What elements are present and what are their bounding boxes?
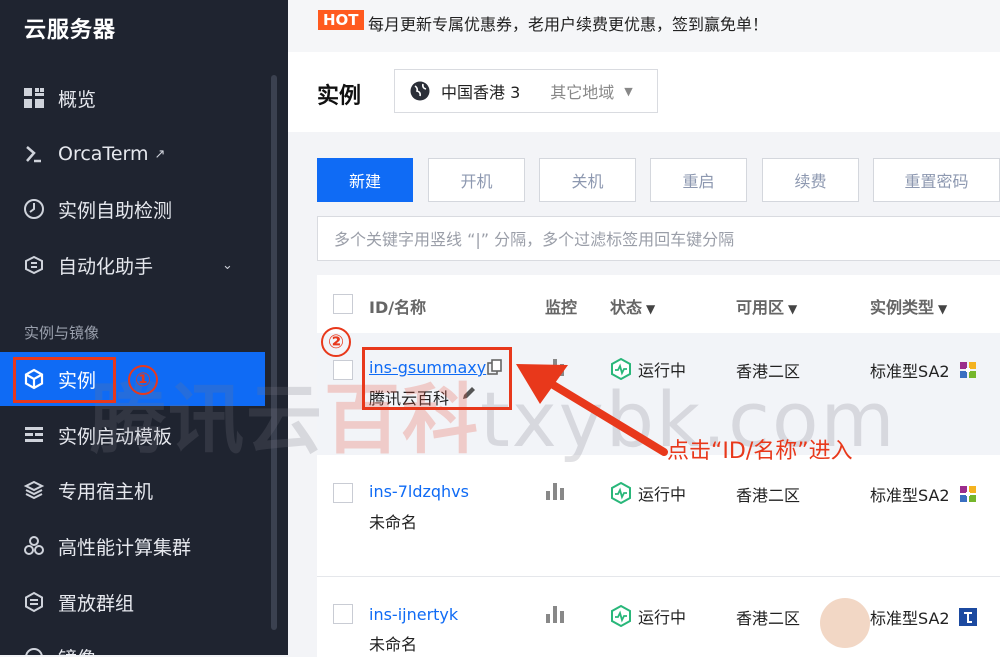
app-title: 云服务器 [24, 18, 117, 43]
start-button[interactable]: 开机 [428, 158, 525, 202]
caret-down-icon: ▼ [624, 84, 633, 98]
sidebar-item-image[interactable]: 镜像 [0, 630, 265, 655]
type-text: 标准型SA2 [870, 486, 950, 505]
monitor-icon[interactable] [546, 483, 564, 500]
page-header: 实例 中国香港 3 其它地域 ▼ [288, 52, 1000, 132]
type-text: 标准型SA2 [870, 609, 950, 628]
diagnose-icon [22, 197, 46, 221]
running-status-icon [611, 605, 631, 627]
filter-icon[interactable]: ▼ [646, 302, 655, 316]
sidebar-section-title: 实例与镜像 [24, 324, 100, 342]
hot-badge: HOT [318, 10, 364, 30]
status-text: 运行中 [638, 608, 687, 627]
select-all-checkbox[interactable] [333, 294, 353, 314]
filter-icon[interactable]: ▼ [788, 302, 797, 316]
sidebar-item-dedicated-host[interactable]: 专用宿主机 [0, 463, 265, 517]
automation-icon [22, 253, 46, 277]
sidebar-scrollbar[interactable] [271, 75, 277, 630]
column-header-label: 实例类型 [870, 298, 935, 317]
region-current: 中国香港 3 [441, 83, 521, 102]
sidebar-item-label: OrcaTerm [58, 143, 149, 165]
sidebar-item-hpc-cluster[interactable]: 高性能计算集群 [0, 519, 265, 573]
type-cell: 标准型SA2 [870, 605, 978, 629]
column-header-label: 状态 [610, 298, 643, 317]
annotation-box-step1 [13, 357, 116, 403]
column-header-id[interactable]: ID/名称 [369, 294, 426, 318]
instance-id-link[interactable]: ins-7ldzqhvs [369, 482, 469, 501]
step-marker-2: ② [321, 327, 351, 357]
zone-text: 香港二区 [736, 486, 801, 505]
column-header-zone[interactable]: 可用区 ▼ [736, 294, 797, 318]
status-text: 运行中 [638, 485, 687, 504]
row-checkbox[interactable] [333, 483, 353, 503]
sidebar-item-label: 置放群组 [58, 592, 135, 615]
column-header-type[interactable]: 实例类型 ▼ [870, 294, 947, 318]
column-header-status[interactable]: 状态 ▼ [610, 294, 655, 318]
table-header: ID/名称 监控 状态 ▼ 可用区 ▼ 实例类型 ▼ [317, 275, 1000, 334]
instance-id-link[interactable]: ins-ijnertyk [369, 605, 458, 624]
placement-icon [22, 590, 46, 614]
column-header-monitor: 监控 [545, 298, 578, 317]
stop-button[interactable]: 关机 [539, 158, 636, 202]
external-link-icon: ↗ [154, 146, 166, 162]
monitor-icon[interactable] [546, 606, 564, 623]
orcaterm-icon [22, 142, 46, 166]
renew-button[interactable]: 续费 [762, 158, 859, 202]
region-selector[interactable]: 中国香港 3 其它地域 ▼ [394, 69, 658, 113]
search-box[interactable] [317, 216, 1000, 262]
image-icon [22, 645, 46, 655]
filter-icon[interactable]: ▼ [938, 302, 947, 316]
promo-text[interactable]: 每月更新专属优惠券，老用户续费更优惠，签到赢免单！ [368, 11, 768, 35]
restart-button[interactable]: 重启 [650, 158, 747, 202]
type-cell: 标准型SA2 [870, 482, 978, 506]
grid-icon [22, 86, 46, 110]
table-row[interactable]: ins-7ldzqhvs 未命名 运行中 香港二区 标准型SA2 [317, 456, 1000, 577]
template-icon [22, 423, 46, 447]
sidebar-item-placement-group[interactable]: 置放群组 [0, 575, 265, 629]
chevron-down-icon: ⌄ [222, 257, 233, 273]
running-status-icon [611, 482, 631, 504]
site-logo-icon [820, 598, 870, 648]
zone-text: 香港二区 [736, 609, 801, 628]
row-checkbox[interactable] [333, 604, 353, 624]
watermark-text: 腾讯云 [90, 375, 324, 464]
centos-icon [959, 362, 976, 378]
host-icon [22, 478, 46, 502]
sidebar-item-automation[interactable]: 自动化助手 ⌄ [0, 238, 265, 292]
sidebar-item-label: 专用宿主机 [58, 480, 154, 503]
cluster-icon [22, 534, 46, 558]
sidebar-item-overview[interactable]: 概览 [0, 71, 265, 125]
reset-password-button[interactable]: 重置密码 [873, 158, 1000, 202]
sidebar-item-label: 镜像 [58, 644, 96, 656]
instance-name: 未命名 [369, 513, 418, 532]
annotation-box-step2 [362, 347, 512, 410]
tencentos-icon [958, 608, 977, 626]
sidebar-item-label: 概览 [58, 88, 97, 111]
region-other: 其它地域 [550, 83, 615, 102]
sidebar-item-self-check[interactable]: 实例自助检测 [0, 182, 265, 236]
globe-icon [409, 80, 431, 102]
instance-name: 未命名 [369, 635, 418, 654]
centos-icon [959, 486, 976, 502]
promo-banner[interactable]: HOT 每月更新专属优惠券，老用户续费更优惠，签到赢免单！ [288, 0, 1000, 52]
new-instance-button[interactable]: 新建 [317, 158, 413, 202]
annotation-hint: 点击“ID/名称”进入 [667, 439, 853, 464]
main-content: HOT 每月更新专属优惠券，老用户续费更优惠，签到赢免单！ 实例 中国香港 3 … [288, 0, 1000, 657]
sidebar-item-label: 自动化助手 [58, 255, 154, 278]
sidebar-item-label: 高性能计算集群 [58, 536, 192, 559]
sidebar-item-label: 实例自助检测 [58, 199, 173, 222]
status-cell: 运行中 [610, 481, 686, 505]
sidebar: 云服务器 概览 OrcaTerm ↗ 实例自助检测 自动化助手 ⌄ 实例与镜像 … [0, 0, 288, 655]
column-header-label: 可用区 [736, 298, 785, 317]
table-row[interactable]: ins-ijnertyk 未命名 运行中 香港二区 标准型SA2 [317, 577, 1000, 657]
sidebar-item-orcaterm[interactable]: OrcaTerm ↗ [0, 127, 265, 181]
search-input[interactable] [318, 217, 1000, 262]
page-title: 实例 [317, 84, 362, 109]
status-cell: 运行中 [610, 604, 686, 628]
step-marker-1: ① [128, 365, 158, 395]
